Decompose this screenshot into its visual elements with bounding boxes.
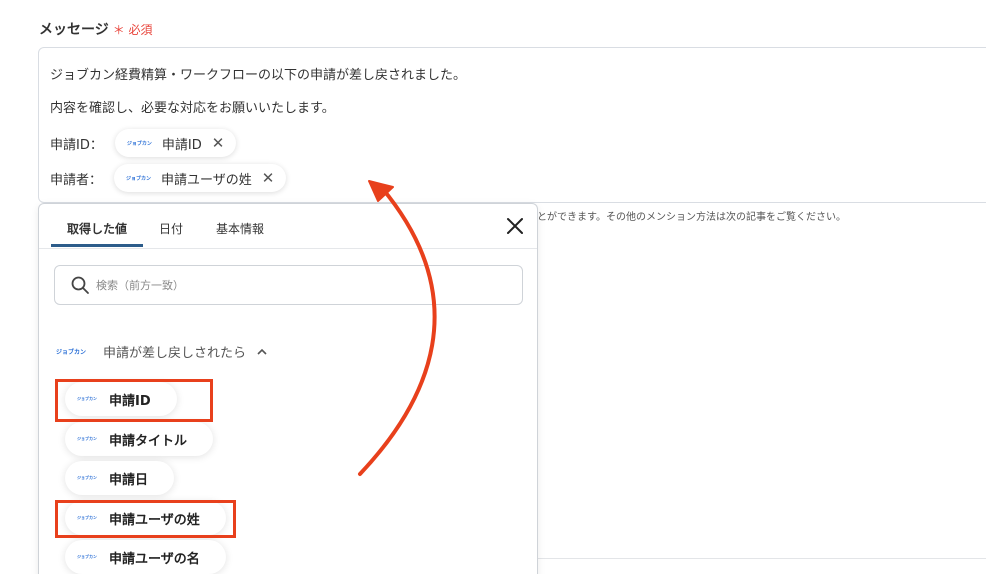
tab-basic-info[interactable]: 基本情報: [216, 220, 264, 237]
message-editor[interactable]: ジョブカン経費精算・ワークフローの以下の申請が差し戻されました。 内容を確認し、…: [38, 47, 986, 203]
close-icon[interactable]: ✕: [262, 170, 275, 186]
close-icon[interactable]: [505, 216, 525, 236]
jobcan-logo-icon: ジョブカン: [77, 475, 97, 480]
list-item-applicant-firstname[interactable]: ジョブカン 申請ユーザの名: [65, 540, 226, 574]
message-row-request-id: 申請ID： ジョブカン 申請ID ✕: [50, 129, 237, 157]
item-label: 申請タイトル: [109, 433, 188, 449]
tab-acquired-values[interactable]: 取得した値: [67, 220, 127, 237]
message-line-2: 内容を確認し、必要な対応をお願いいたします。: [50, 101, 335, 116]
message-row-applicant: 申請者： ジョブカン 申請ユーザの姓 ✕: [50, 164, 287, 192]
chip-label: 申請ユーザの姓: [161, 172, 252, 188]
jobcan-logo-icon: ジョブカン: [77, 436, 97, 441]
list-item-request-date[interactable]: ジョブカン 申請日: [65, 461, 175, 495]
search-icon: [71, 276, 89, 294]
row-label: 申請ID：: [50, 137, 103, 153]
row-label: 申請者：: [50, 172, 103, 188]
close-icon[interactable]: ✕: [212, 135, 225, 151]
item-label: 申請日: [109, 472, 149, 488]
variable-chip-applicant-lastname[interactable]: ジョブカン 申請ユーザの姓 ✕: [114, 164, 287, 192]
highlight-box-applicant-lastname: [55, 500, 236, 538]
chip-label: 申請ID: [161, 137, 202, 153]
group-title: 申請が差し戻しされたら: [103, 346, 247, 361]
divider: [537, 558, 986, 559]
required-mark: ＊ 必須: [112, 23, 153, 37]
variable-chip-request-id[interactable]: ジョブカン 申請ID ✕: [114, 129, 237, 157]
search-input[interactable]: [96, 278, 476, 292]
list-item-request-title[interactable]: ジョブカン 申請タイトル: [65, 422, 214, 456]
field-label-text: メッセージ: [39, 22, 109, 38]
message-field-label: メッセージ＊ 必須: [39, 19, 153, 39]
chevron-up-icon[interactable]: [256, 346, 268, 358]
jobcan-logo-icon: ジョブカン: [126, 175, 152, 182]
jobcan-logo-icon: ジョブカン: [56, 349, 87, 356]
active-tab-indicator: [51, 244, 143, 247]
message-line-1: ジョブカン経費精算・ワークフローの以下の申請が差し戻されました。: [50, 68, 467, 83]
search-box[interactable]: [54, 265, 523, 305]
mention-hint-text: とができます。その他のメンション方法は次の記事をご覧ください。: [537, 212, 846, 223]
group-header-returned-request[interactable]: ジョブカン 申請が差し戻しされたら: [56, 342, 268, 361]
jobcan-logo-icon: ジョブカン: [126, 140, 152, 147]
highlight-box-request-id: [55, 379, 213, 422]
item-label: 申請ユーザの名: [109, 551, 200, 567]
tab-date[interactable]: 日付: [159, 220, 183, 237]
jobcan-logo-icon: ジョブカン: [77, 554, 97, 559]
picker-tabs: 取得した値 日付 基本情報: [39, 204, 537, 249]
